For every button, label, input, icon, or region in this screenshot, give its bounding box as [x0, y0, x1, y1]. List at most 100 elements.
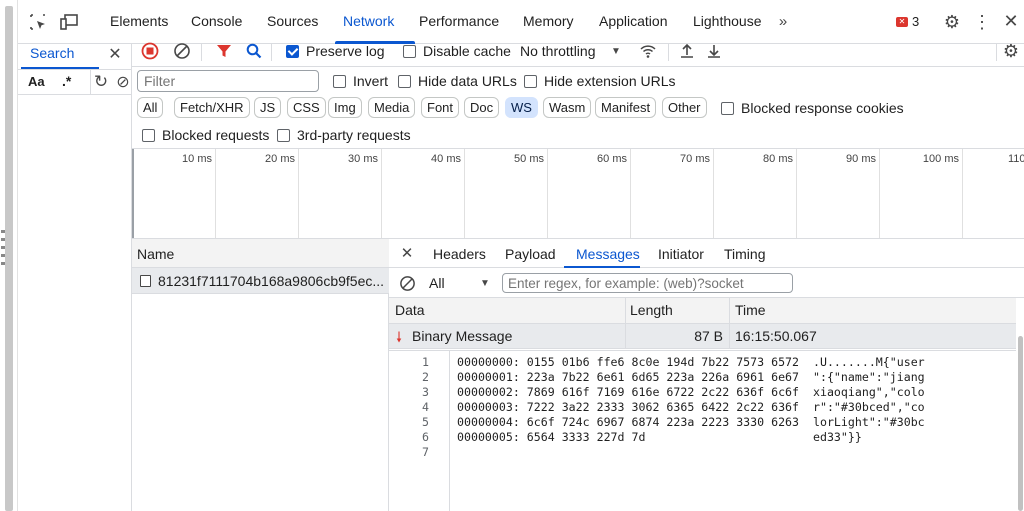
close-search-icon[interactable]: ✕ — [106, 43, 124, 65]
tab-network[interactable]: Network — [343, 13, 394, 29]
tab-lighthouse[interactable]: Lighthouse — [693, 13, 762, 29]
line-number: 3 — [422, 385, 429, 399]
resize-handle[interactable] — [1, 230, 5, 270]
scrollbar[interactable] — [5, 6, 13, 511]
timeline-tick-label: 90 ms — [846, 153, 876, 165]
type-filter-doc[interactable]: Doc — [464, 97, 500, 118]
more-options-icon[interactable]: ⋮ — [973, 12, 991, 32]
export-har-icon[interactable] — [705, 41, 723, 61]
timeline-tick-label: 50 ms — [514, 153, 544, 165]
tab-performance[interactable]: Performance — [419, 13, 499, 29]
tab-timing[interactable]: Timing — [724, 246, 766, 262]
message-regex-input[interactable] — [502, 273, 793, 293]
dropdown-arrow-icon[interactable]: ▼ — [479, 276, 491, 290]
scrollbar-thumb[interactable] — [1018, 336, 1023, 511]
column-header-length[interactable]: Length — [630, 302, 673, 318]
request-list: Name 81231f7111704b168a9806cb9f5ec... — [132, 239, 389, 511]
type-filter-media[interactable]: Media — [368, 97, 416, 118]
checkbox-box[interactable] — [403, 44, 416, 58]
search-tab[interactable]: Search — [21, 44, 103, 69]
filter-input[interactable] — [137, 70, 319, 92]
match-case-toggle[interactable]: Aa — [28, 74, 45, 89]
message-row[interactable]: 🠗 Binary Message 87 B 16:15:50.067 — [389, 324, 1016, 349]
checkbox-box[interactable] — [524, 74, 537, 88]
type-filter-other[interactable]: Other — [662, 97, 707, 118]
messages-scrollbar[interactable] — [1017, 298, 1024, 511]
checkbox-box[interactable] — [721, 101, 734, 115]
refresh-icon[interactable]: ↻ — [92, 72, 110, 92]
issues-badge[interactable]: ✕ 3 — [896, 14, 919, 29]
tab-initiator[interactable]: Initiator — [658, 246, 704, 262]
checkbox-box[interactable] — [398, 74, 411, 88]
tab-payload[interactable]: Payload — [505, 246, 556, 262]
type-filter-js[interactable]: JS — [254, 97, 282, 118]
type-filter-ws[interactable]: WS — [505, 97, 538, 118]
timeline-division: 40 ms — [382, 149, 465, 238]
filter-funnel-icon[interactable] — [214, 41, 234, 61]
disable-cache-checkbox[interactable]: Disable cache — [403, 43, 511, 59]
tab-application[interactable]: Application — [599, 13, 668, 29]
import-har-icon[interactable] — [678, 41, 696, 61]
column-header-data[interactable]: Data — [395, 302, 425, 318]
tab-elements[interactable]: Elements — [110, 13, 168, 29]
request-detail-panel: ✕ Headers Payload Messages Initiator Tim… — [389, 239, 1024, 511]
checkbox-box[interactable] — [277, 128, 290, 142]
message-type-select[interactable]: All — [429, 275, 445, 291]
clear-messages-icon[interactable] — [398, 274, 416, 292]
tab-console[interactable]: Console — [191, 13, 242, 29]
clear-log-icon[interactable] — [172, 41, 192, 61]
request-row[interactable]: 81231f7111704b168a9806cb9f5ec... — [132, 268, 389, 294]
received-arrow-icon: 🠗 — [396, 329, 403, 345]
type-filter-all[interactable]: All — [137, 97, 164, 118]
tab-sources[interactable]: Sources — [267, 13, 318, 29]
hide-extension-urls-checkbox[interactable]: Hide extension URLs — [524, 73, 676, 89]
record-stop-icon[interactable] — [140, 41, 160, 61]
close-detail-icon[interactable]: ✕ — [399, 244, 415, 262]
type-filter-img[interactable]: Img — [328, 97, 362, 118]
tab-messages[interactable]: Messages — [576, 246, 640, 262]
checkbox-box[interactable] — [333, 74, 346, 88]
column-divider[interactable] — [729, 298, 730, 323]
type-filter-font[interactable]: Font — [421, 97, 460, 118]
column-header-time[interactable]: Time — [735, 302, 766, 318]
column-divider[interactable] — [625, 298, 626, 323]
timeline-division: 60 ms — [548, 149, 631, 238]
divider — [996, 43, 997, 61]
issues-count: 3 — [912, 14, 920, 29]
timeline-overview[interactable]: 10 ms 20 ms 30 ms 40 ms 50 ms 60 ms 70 m… — [132, 149, 1024, 239]
hex-viewer[interactable]: 1 2 3 4 5 6 7 00000000: 0155 01b6 ffe6 8… — [389, 350, 1016, 511]
blocked-response-cookies-checkbox[interactable]: Blocked response cookies — [721, 100, 904, 116]
timeline-division: 100 ms — [880, 149, 963, 238]
close-devtools-icon[interactable]: ✕ — [1001, 11, 1021, 31]
tab-memory[interactable]: Memory — [523, 13, 574, 29]
regex-toggle[interactable]: .* — [62, 73, 71, 89]
throttling-select[interactable]: No throttling — [520, 43, 595, 59]
invert-checkbox[interactable]: Invert — [333, 73, 388, 89]
search-icon[interactable] — [244, 41, 264, 61]
network-conditions-icon[interactable] — [638, 41, 658, 61]
blocked-requests-label: Blocked requests — [162, 127, 270, 143]
messages-grid-header: Data Length Time — [389, 298, 1016, 324]
type-filter-css[interactable]: CSS — [287, 97, 326, 118]
settings-gear-icon[interactable]: ⚙ — [942, 12, 962, 32]
third-party-requests-checkbox[interactable]: 3rd-party requests — [277, 127, 411, 143]
checkbox-box[interactable] — [286, 44, 299, 58]
issues-icon: ✕ — [896, 16, 908, 27]
dropdown-arrow-icon[interactable]: ▼ — [610, 43, 622, 59]
device-toolbar-icon[interactable] — [58, 12, 80, 32]
blocked-requests-checkbox[interactable]: Blocked requests — [142, 127, 269, 143]
clear-search-icon[interactable]: ⊘ — [115, 72, 131, 92]
type-filter-fetch-xhr[interactable]: Fetch/XHR — [174, 97, 250, 118]
name-column-header[interactable]: Name — [132, 239, 389, 268]
checkbox-box[interactable] — [142, 128, 155, 142]
preserve-log-checkbox[interactable]: Preserve log — [286, 43, 385, 59]
network-settings-gear-icon[interactable]: ⚙ — [1001, 41, 1021, 61]
inspect-element-icon[interactable] — [28, 12, 48, 32]
tab-headers[interactable]: Headers — [433, 246, 486, 262]
message-data: Binary Message — [412, 328, 513, 344]
column-divider — [625, 324, 626, 348]
type-filter-manifest[interactable]: Manifest — [595, 97, 657, 118]
more-tabs-icon[interactable]: » — [774, 11, 792, 31]
hide-data-urls-checkbox[interactable]: Hide data URLs — [398, 73, 517, 89]
type-filter-wasm[interactable]: Wasm — [543, 97, 592, 118]
